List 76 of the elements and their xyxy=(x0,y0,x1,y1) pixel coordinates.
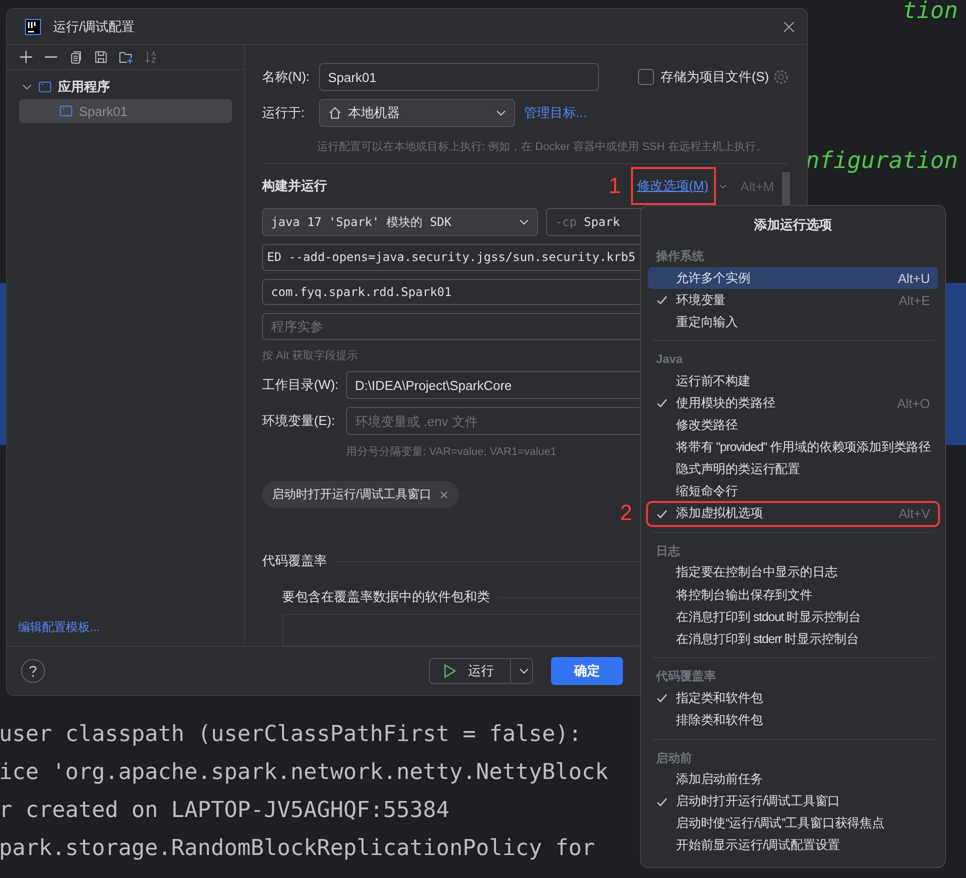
menu-item[interactable]: 隐式声明的类运行配置 xyxy=(648,458,938,481)
edit-templates-link[interactable]: 编辑配置模板... xyxy=(7,619,244,646)
sort-icon[interactable] xyxy=(144,50,158,64)
chevron-icon xyxy=(496,108,506,118)
menu-item[interactable]: 添加启动前任务 xyxy=(648,768,938,791)
group-header: 代码覆盖率 xyxy=(654,668,717,686)
group-header: 操作系统 xyxy=(654,248,705,265)
chevron-icon[interactable] xyxy=(22,82,32,92)
application-icon xyxy=(59,104,73,118)
chevron-icon xyxy=(519,666,529,676)
close-icon[interactable] xyxy=(439,490,450,500)
new-folder-icon[interactable] xyxy=(119,50,133,64)
chevron-icon xyxy=(519,217,529,227)
sdk-dropdown[interactable]: java 17 'Spark' 模块的 SDK xyxy=(262,208,538,236)
section-subtitle: 要包含在覆盖率数据中的软件包和类 xyxy=(282,588,490,606)
add-icon[interactable] xyxy=(19,50,33,64)
annotation-number: 1 xyxy=(608,173,621,199)
code-text: tion xyxy=(902,0,958,23)
help-button[interactable] xyxy=(21,659,45,683)
question-mark-icon xyxy=(28,664,38,678)
group-header: 日志 xyxy=(655,542,682,560)
code-text: nfiguration xyxy=(806,150,958,173)
target-dropdown[interactable]: 本地机器 xyxy=(319,99,515,127)
menu-item[interactable]: 指定要在控制台中显示的日志 xyxy=(648,562,938,584)
close-icon[interactable] xyxy=(783,20,795,32)
annotation-number: 2 xyxy=(620,500,632,526)
tree-item[interactable]: 应用程序 xyxy=(19,75,232,99)
console-line: r created on LAPTOP-JV5AGHQF:55384 xyxy=(0,797,450,825)
menu-item[interactable]: 将控制台输出保存到文件 xyxy=(648,584,938,606)
run-on-label: 运行于: xyxy=(262,104,306,122)
section-title: 构建并运行 xyxy=(262,177,327,195)
group-header: Java xyxy=(655,351,684,368)
checkbox[interactable] xyxy=(638,69,654,85)
check-icon xyxy=(656,692,668,704)
copy-icon[interactable] xyxy=(69,50,83,64)
home-icon xyxy=(328,106,342,120)
modify-options-link[interactable]: 修改选项(M) xyxy=(632,169,714,203)
window-title: 运行/调试配置 xyxy=(53,18,136,36)
play-icon xyxy=(444,664,456,678)
option-tag[interactable]: 启动时打开运行/调试工具窗口 xyxy=(262,481,460,508)
check-icon xyxy=(656,796,668,808)
menu-item[interactable]: 开始前显示运行/调试配置设置 xyxy=(648,834,938,857)
menu-item[interactable]: 排除类和软件包 xyxy=(648,709,938,732)
popup-title: 添加运行选项 xyxy=(753,216,833,234)
console-line: park.storage.RandomBlockReplicationPolicy for xyxy=(0,835,596,863)
checkbox-label: 存储为项目文件(S) xyxy=(660,68,769,86)
split-button[interactable]: 运行 xyxy=(429,658,533,684)
run-button[interactable]: 运行 xyxy=(430,659,511,683)
menu-item[interactable]: 将带有 "provided" 作用域的依赖项添加到类路径 xyxy=(648,436,938,459)
hint-text: 按 Alt 获取字段提示 xyxy=(262,348,358,364)
working-directory-label: 工作目录(W): xyxy=(262,376,340,394)
environment-variables-label: 环境变量(E): xyxy=(262,412,336,430)
app-icon xyxy=(25,18,41,34)
menu-item[interactable]: 启动时使“运行/调试”工具窗口获得焦点 xyxy=(648,812,938,835)
application-icon xyxy=(38,80,52,94)
menu-item[interactable]: 允许多个实例 Alt+U xyxy=(648,267,938,290)
check-icon xyxy=(656,508,668,520)
console-line: user classpath (userClassPathFirst = false): xyxy=(0,721,582,749)
menu-item[interactable]: 缩短命令行 xyxy=(648,480,938,503)
menu-item[interactable]: 启动时打开运行/调试工具窗口 xyxy=(648,790,938,813)
group-header: 启动前 xyxy=(655,750,693,766)
hint-text: 用分号分隔变量: VAR=value; VAR1=value1 xyxy=(345,444,557,460)
menu-item[interactable]: 指定类和软件包 xyxy=(648,687,938,710)
menu-item[interactable]: 在消息打印到 stdout 时显示控制台 xyxy=(648,606,938,628)
name-label: 名称(N): xyxy=(262,68,311,86)
shortcut-text: Alt+M xyxy=(740,178,774,194)
check-icon xyxy=(656,397,668,410)
save-icon[interactable] xyxy=(94,50,108,64)
console-line: ice 'org.apache.spark.network.netty.NettyBlock xyxy=(0,759,608,787)
check-icon xyxy=(656,294,668,306)
ok-button[interactable]: 确定 xyxy=(551,657,623,685)
manage-targets-link[interactable]: 管理目标... xyxy=(524,104,587,122)
section-title: 代码覆盖率 xyxy=(262,552,327,570)
menu-item[interactable]: 在消息打印到 stderr 时显示控制台 xyxy=(648,628,938,650)
hint-text: 运行配置可以在本地或目标上执行: 例如，在 Docker 容器中或使用 SSH 在远程主机上执行。 xyxy=(316,140,767,154)
name-field[interactable]: Spark01 xyxy=(319,63,599,91)
